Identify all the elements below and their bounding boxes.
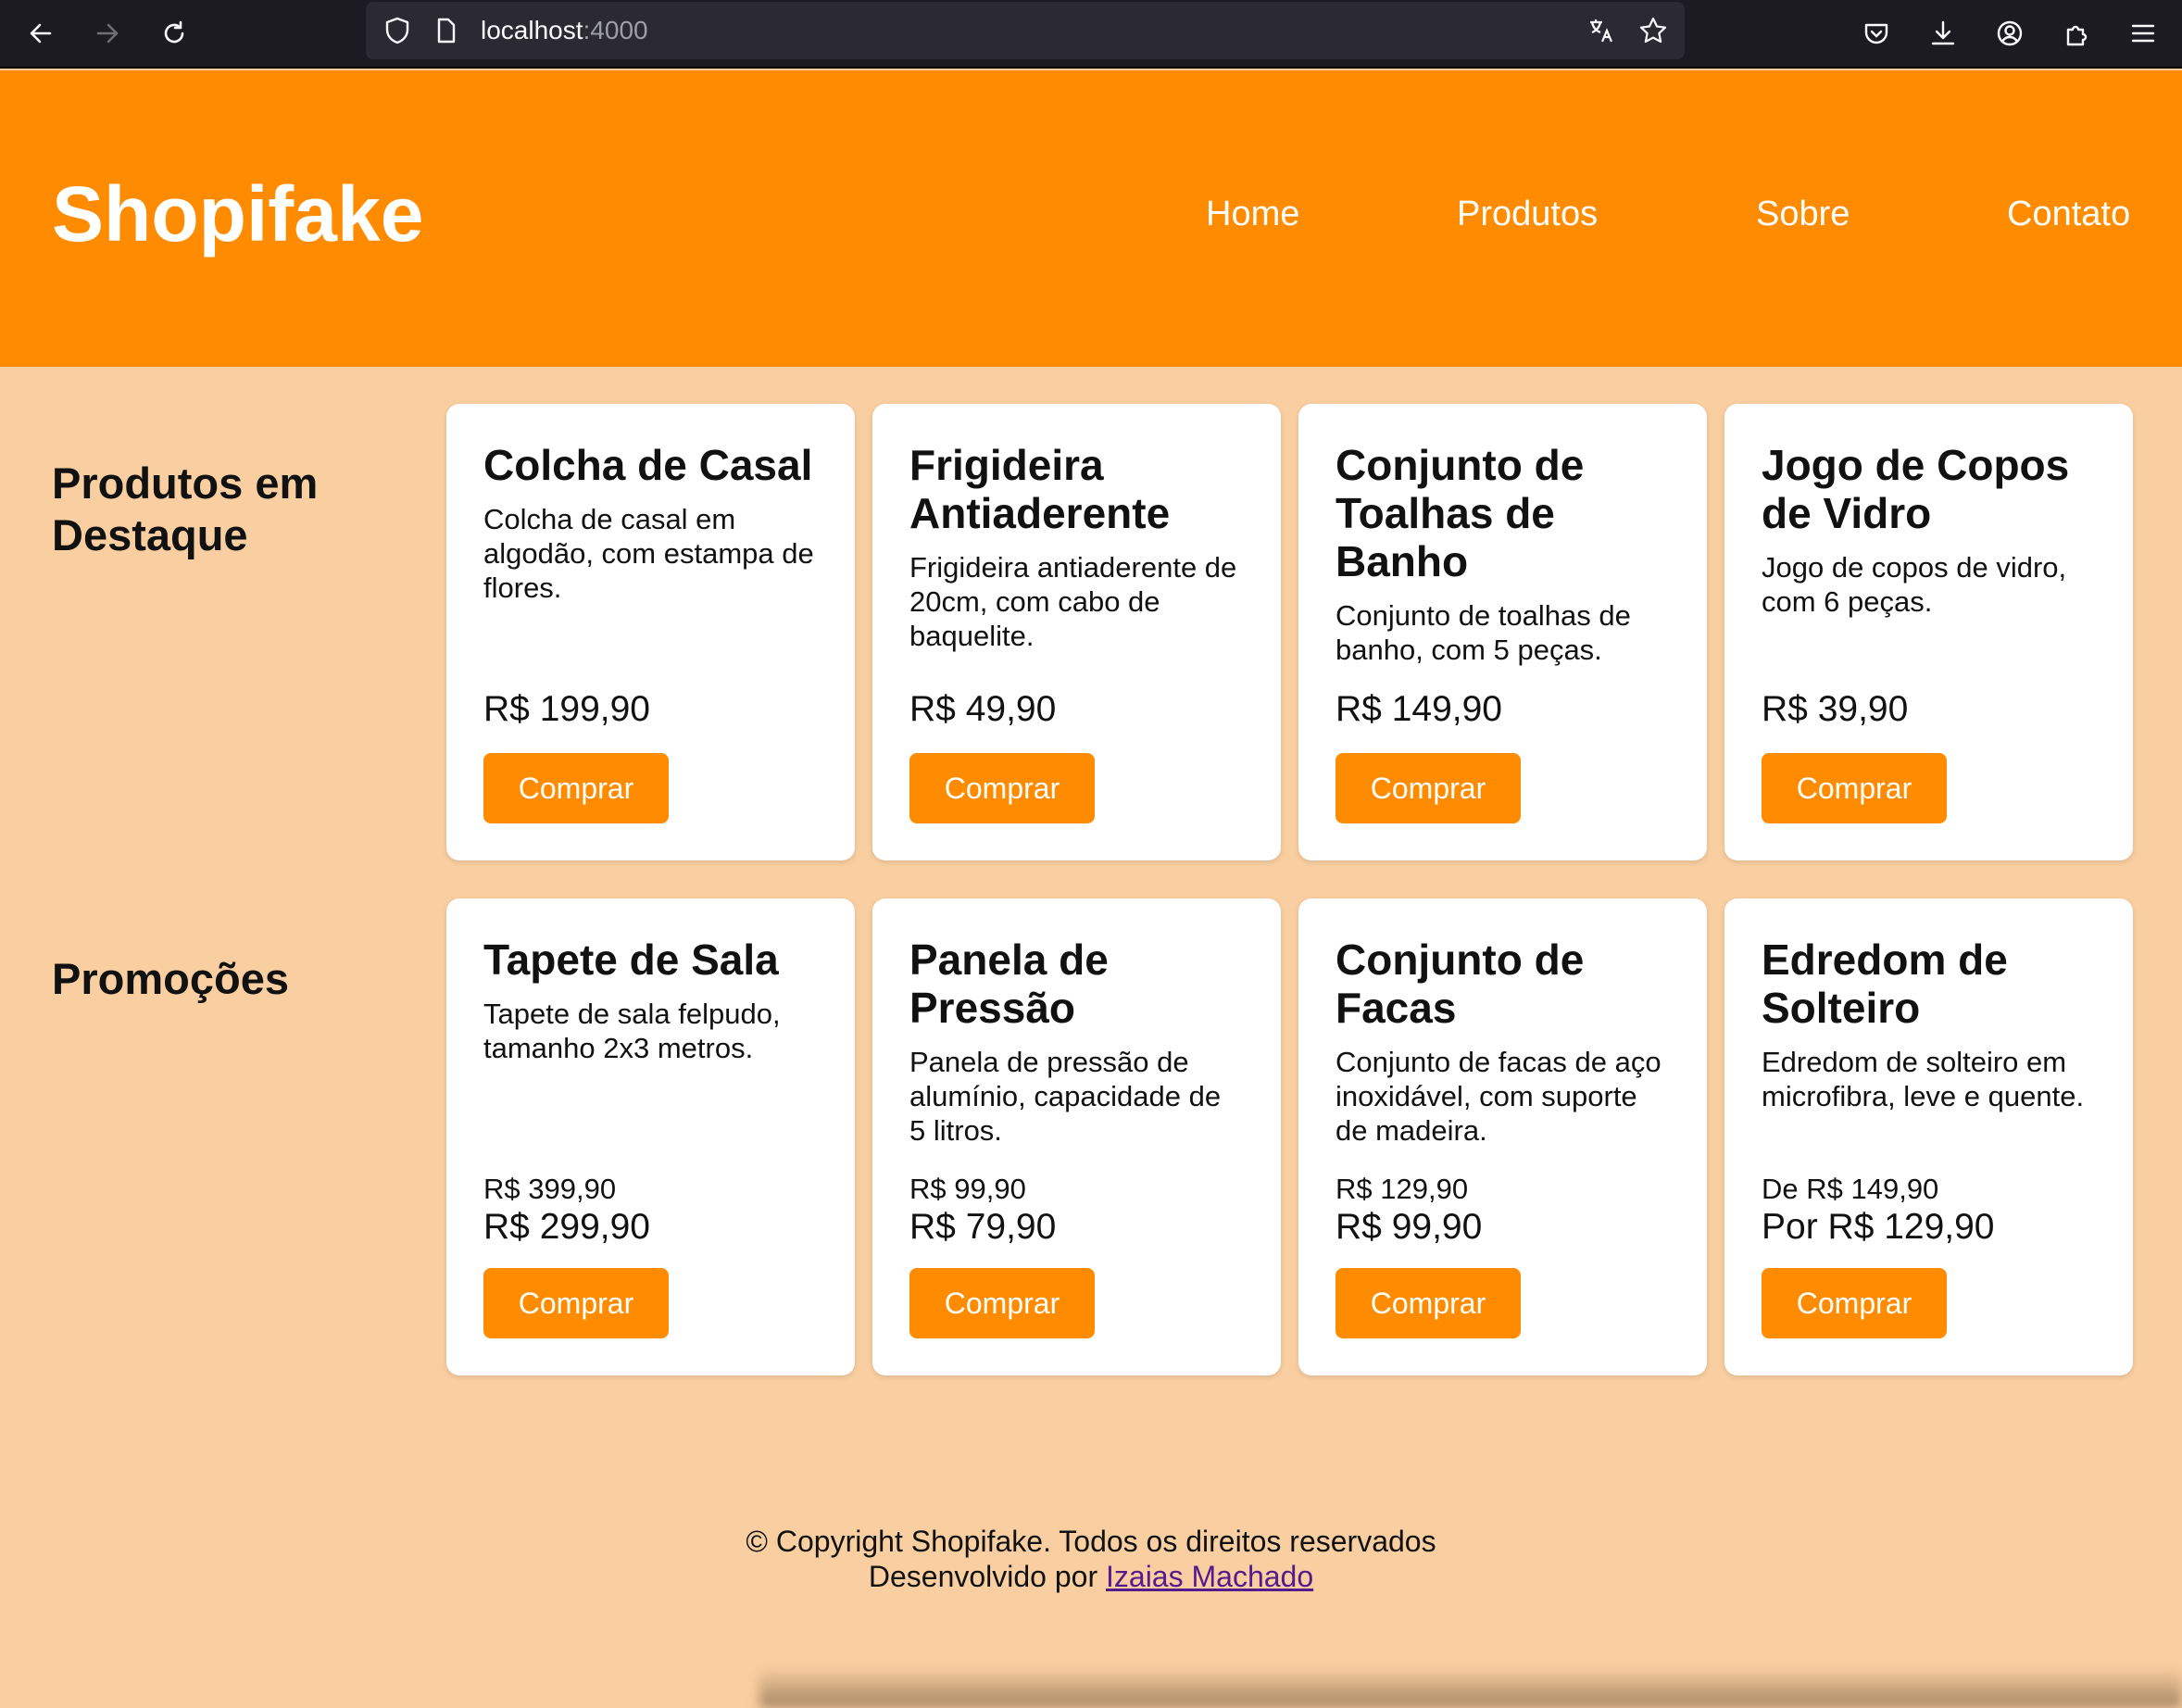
- site-logo[interactable]: Shopifake: [52, 175, 423, 253]
- product-name: Colcha de Casal: [483, 441, 813, 489]
- price-area: R$ 49,90: [909, 689, 1244, 730]
- developer-prefix: Desenvolvido por: [868, 1560, 1106, 1593]
- download-icon[interactable]: [1919, 9, 1967, 57]
- page-icon: [431, 16, 460, 45]
- shield-icon[interactable]: [382, 16, 412, 45]
- nav-home[interactable]: Home: [1206, 196, 1299, 232]
- product-name: Conjunto de Toalhas de Banho: [1336, 441, 1585, 585]
- product-price: R$ 79,90: [909, 1207, 1057, 1247]
- product-name: Conjunto de Facas: [1336, 936, 1585, 1032]
- product-description: Panela de pressão de alumínio, capacidad…: [909, 1046, 1222, 1147]
- nav-produtos[interactable]: Produtos: [1457, 196, 1598, 232]
- product-price: R$ 49,90: [909, 689, 1057, 729]
- price-area: R$ 399,90 R$ 299,90: [483, 1172, 818, 1248]
- copyright-text: © Copyright Shopifake. Todos os direitos…: [746, 1525, 1436, 1558]
- product-price: R$ 199,90: [483, 689, 650, 729]
- buy-button[interactable]: Comprar: [1762, 753, 1947, 823]
- product-description: Edredom de solteiro em microfibra, leve …: [1762, 1046, 2085, 1112]
- old-price: De R$ 149,90: [1762, 1173, 1939, 1205]
- price-area: R$ 129,90 R$ 99,90: [1336, 1172, 1670, 1248]
- browser-toolbar: localhost:4000: [0, 0, 2182, 69]
- product-card: Conjunto de Toalhas de Banho Conjunto de…: [1298, 404, 1707, 860]
- promotions-section-title: Promoções: [52, 954, 289, 1003]
- product-card: Conjunto de Facas Conjunto de facas de a…: [1298, 898, 1707, 1375]
- menu-icon[interactable]: [2119, 9, 2167, 57]
- buy-button[interactable]: Comprar: [1762, 1268, 1947, 1338]
- price-area: R$ 199,90: [483, 689, 818, 730]
- product-name: Tapete de Sala: [483, 936, 779, 984]
- product-card: Colcha de Casal Colcha de casal em algod…: [446, 404, 855, 860]
- product-price: R$ 299,90: [483, 1207, 650, 1247]
- old-price: R$ 399,90: [483, 1173, 617, 1205]
- back-icon[interactable]: [17, 9, 65, 57]
- product-price: Por R$ 129,90: [1762, 1207, 1995, 1247]
- product-name: Frigideira Antiaderente: [909, 441, 1171, 537]
- forward-icon[interactable]: [83, 9, 132, 57]
- extensions-icon[interactable]: [2052, 9, 2100, 57]
- developer-credit: Desenvolvido por Izaias Machado: [0, 1559, 2182, 1594]
- product-description: Tapete de sala felpudo, tamanho 2x3 metr…: [483, 998, 781, 1064]
- price-area: R$ 149,90: [1336, 689, 1670, 730]
- translate-icon[interactable]: [1586, 16, 1616, 45]
- product-description: Colcha de casal em algodão, com estampa …: [483, 503, 814, 604]
- product-description: Conjunto de facas de aço inoxidável, com…: [1336, 1046, 1662, 1147]
- pocket-icon[interactable]: [1852, 9, 1900, 57]
- buy-button[interactable]: Comprar: [1336, 753, 1521, 823]
- address-bar[interactable]: localhost:4000: [366, 2, 1685, 59]
- buy-button[interactable]: Comprar: [1336, 1268, 1521, 1338]
- product-card: Frigideira Antiaderente Frigideira antia…: [872, 404, 1281, 860]
- product-name: Panela de Pressão: [909, 936, 1109, 1032]
- price-area: R$ 99,90 R$ 79,90: [909, 1172, 1244, 1248]
- url-text[interactable]: localhost:4000: [481, 16, 648, 45]
- product-price: R$ 39,90: [1762, 689, 1909, 729]
- product-card: Tapete de Sala Tapete de sala felpudo, t…: [446, 898, 855, 1375]
- product-card: Panela de Pressão Panela de pressão de a…: [872, 898, 1281, 1375]
- nav-sobre[interactable]: Sobre: [1756, 196, 1850, 232]
- product-description: Frigideira antiaderente de 20cm, com cab…: [909, 551, 1237, 652]
- product-description: Jogo de copos de vidro, com 6 peças.: [1762, 551, 2067, 618]
- product-price: R$ 149,90: [1336, 689, 1502, 729]
- product-description: Conjunto de toalhas de banho, com 5 peça…: [1336, 599, 1631, 666]
- price-area: R$ 39,90: [1762, 689, 2096, 730]
- old-price: R$ 99,90: [909, 1173, 1026, 1205]
- buy-button[interactable]: Comprar: [483, 1268, 669, 1338]
- product-card: Edredom de Solteiro Edredom de solteiro …: [1724, 898, 2133, 1375]
- product-name: Edredom de Solteiro: [1762, 936, 2008, 1032]
- site-footer: © Copyright Shopifake. Todos os direitos…: [0, 1524, 2182, 1594]
- product-name: Jogo de Copos de Vidro: [1762, 441, 2070, 537]
- buy-button[interactable]: Comprar: [483, 753, 669, 823]
- product-price: R$ 99,90: [1336, 1207, 1483, 1247]
- product-card: Jogo de Copos de Vidro Jogo de copos de …: [1724, 404, 2133, 860]
- old-price: R$ 129,90: [1336, 1173, 1469, 1205]
- bottom-shadow: [759, 1667, 2182, 1708]
- featured-section-title: Produtos em Destaque: [52, 458, 319, 559]
- nav-contato[interactable]: Contato: [2007, 196, 2130, 232]
- price-area: De R$ 149,90 Por R$ 129,90: [1762, 1172, 2096, 1248]
- buy-button[interactable]: Comprar: [909, 753, 1095, 823]
- site-header: Shopifake Home Produtos Sobre Contato: [0, 70, 2182, 367]
- buy-button[interactable]: Comprar: [909, 1268, 1095, 1338]
- star-icon[interactable]: [1638, 16, 1668, 45]
- account-icon[interactable]: [1986, 9, 2034, 57]
- reload-icon[interactable]: [150, 9, 198, 57]
- developer-link[interactable]: Izaias Machado: [1106, 1560, 1313, 1593]
